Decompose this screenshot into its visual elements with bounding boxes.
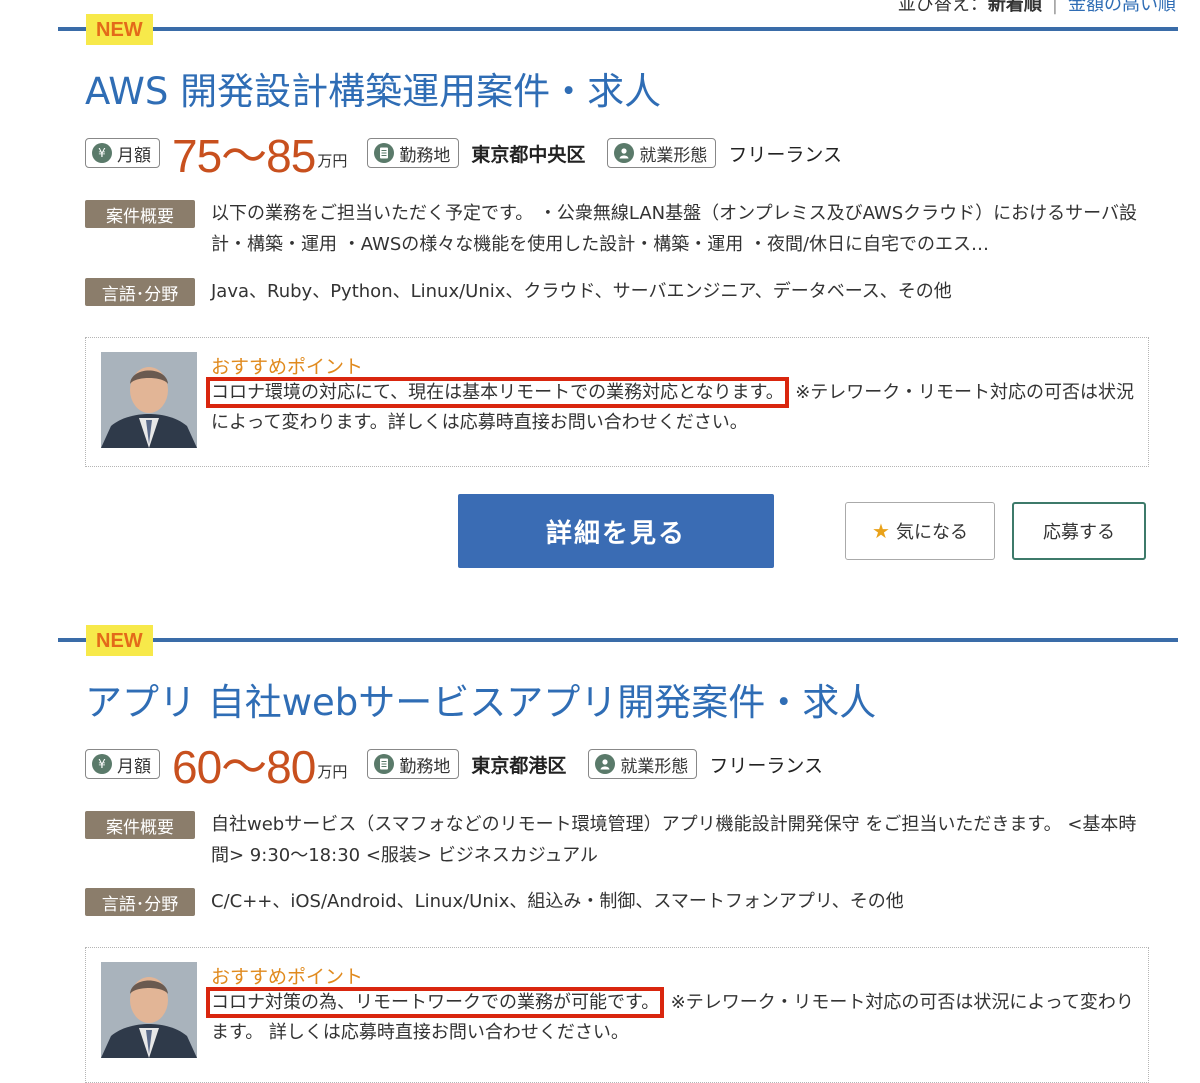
skills-text: Java、Ruby、Python、Linux/Unix、クラウド、サーバエンジニ…: [211, 281, 952, 302]
employment-tag: 就業形態: [588, 749, 698, 779]
document-icon: [374, 143, 395, 163]
job-card: NEW AWS 開発設計構築運用案件・求人 ¥ 月額 75〜85 万円 勤務地 …: [58, 0, 1178, 600]
summary-label: 案件概要: [85, 811, 195, 839]
new-badge: NEW: [86, 14, 153, 45]
job-divider: [58, 638, 1178, 642]
location-label: 勤務地: [399, 756, 451, 777]
job-card: NEW アプリ 自社webサービスアプリ開発案件・求人 ¥ 月額 60〜80 万…: [58, 611, 1178, 1083]
person-icon: [595, 754, 616, 774]
salary-tag: ¥ 月額: [85, 138, 160, 168]
favorite-button[interactable]: ★ 気になる: [845, 502, 995, 560]
star-icon: ★: [872, 520, 890, 543]
salary-value: 60〜80: [172, 741, 316, 793]
avatar: [101, 352, 197, 448]
job-meta: ¥ 月額 75〜85 万円 勤務地 東京都中央区 就業形態 フリーランス: [85, 130, 864, 182]
employment-label: 就業形態: [620, 756, 689, 777]
recommend-text: コロナ環境の対応にて、現在は基本リモートでの業務対応となります。 ※テレワーク・…: [206, 377, 1136, 438]
salary-unit: 万円: [317, 151, 348, 170]
employment-label: 就業形態: [639, 145, 708, 166]
recommend-box: おすすめポイント コロナ対策の為、リモートワークでの業務が可能です。 ※テレワー…: [85, 947, 1149, 1083]
skills-text: C/C++、iOS/Android、Linux/Unix、組込み・制御、スマート…: [211, 891, 904, 912]
location-value: 東京都中央区: [471, 143, 586, 166]
summary-row: 案件概要 自社webサービス（スマフォなどのリモート環境管理）アプリ機能設計開発…: [85, 811, 1151, 871]
salary-tag: ¥ 月額: [85, 749, 160, 779]
skills-label: 言語･分野: [85, 888, 195, 916]
favorite-label: 気になる: [895, 522, 968, 542]
salary-label: 月額: [117, 145, 151, 166]
employment-value: フリーランス: [709, 754, 823, 777]
salary-value: 75〜85: [172, 130, 316, 182]
job-meta: ¥ 月額 60〜80 万円 勤務地 東京都港区 就業形態 フリーランス: [85, 741, 845, 793]
person-icon: [614, 143, 635, 163]
employment-value: フリーランス: [728, 143, 842, 166]
skills-row: 言語･分野 C/C++、iOS/Android、Linux/Unix、組込み・制…: [85, 888, 1151, 917]
employment-tag: 就業形態: [607, 138, 717, 168]
document-icon: [374, 754, 395, 774]
recommend-title: おすすめポイント: [211, 356, 364, 378]
job-divider: [58, 27, 1178, 31]
job-title[interactable]: アプリ 自社webサービスアプリ開発案件・求人: [85, 679, 876, 727]
skills-label: 言語･分野: [85, 278, 195, 306]
location-tag: 勤務地: [367, 138, 460, 168]
summary-row: 案件概要 以下の業務をご担当いただく予定です。 ・公衆無線LAN基盤（オンプレミ…: [85, 200, 1151, 260]
new-badge: NEW: [86, 625, 153, 656]
remote-highlight: コロナ環境の対応にて、現在は基本リモートでの業務対応となります。: [206, 377, 789, 408]
salary-unit: 万円: [317, 762, 348, 781]
yen-icon: ¥: [92, 143, 112, 163]
location-tag: 勤務地: [367, 749, 460, 779]
yen-icon: ¥: [92, 754, 112, 774]
summary-label: 案件概要: [85, 200, 195, 228]
summary-text: 以下の業務をご担当いただく予定です。 ・公衆無線LAN基盤（オンプレミス及びAW…: [211, 203, 1137, 255]
skills-row: 言語･分野 Java、Ruby、Python、Linux/Unix、クラウド、サ…: [85, 278, 1151, 307]
location-label: 勤務地: [399, 145, 451, 166]
apply-button[interactable]: 応募する: [1012, 502, 1146, 560]
salary-label: 月額: [117, 756, 151, 777]
avatar: [101, 962, 197, 1058]
recommend-box: おすすめポイント コロナ環境の対応にて、現在は基本リモートでの業務対応となります…: [85, 337, 1149, 467]
job-title[interactable]: AWS 開発設計構築運用案件・求人: [85, 68, 661, 116]
detail-button[interactable]: 詳細を見る: [458, 494, 774, 568]
location-value: 東京都港区: [471, 754, 567, 777]
summary-text: 自社webサービス（スマフォなどのリモート環境管理）アプリ機能設計開発保守 をご…: [211, 814, 1137, 866]
remote-highlight: コロナ対策の為、リモートワークでの業務が可能です。: [205, 987, 665, 1018]
recommend-title: おすすめポイント: [211, 966, 364, 988]
recommend-text: コロナ対策の為、リモートワークでの業務が可能です。 ※テレワーク・リモート対応の…: [205, 987, 1136, 1048]
